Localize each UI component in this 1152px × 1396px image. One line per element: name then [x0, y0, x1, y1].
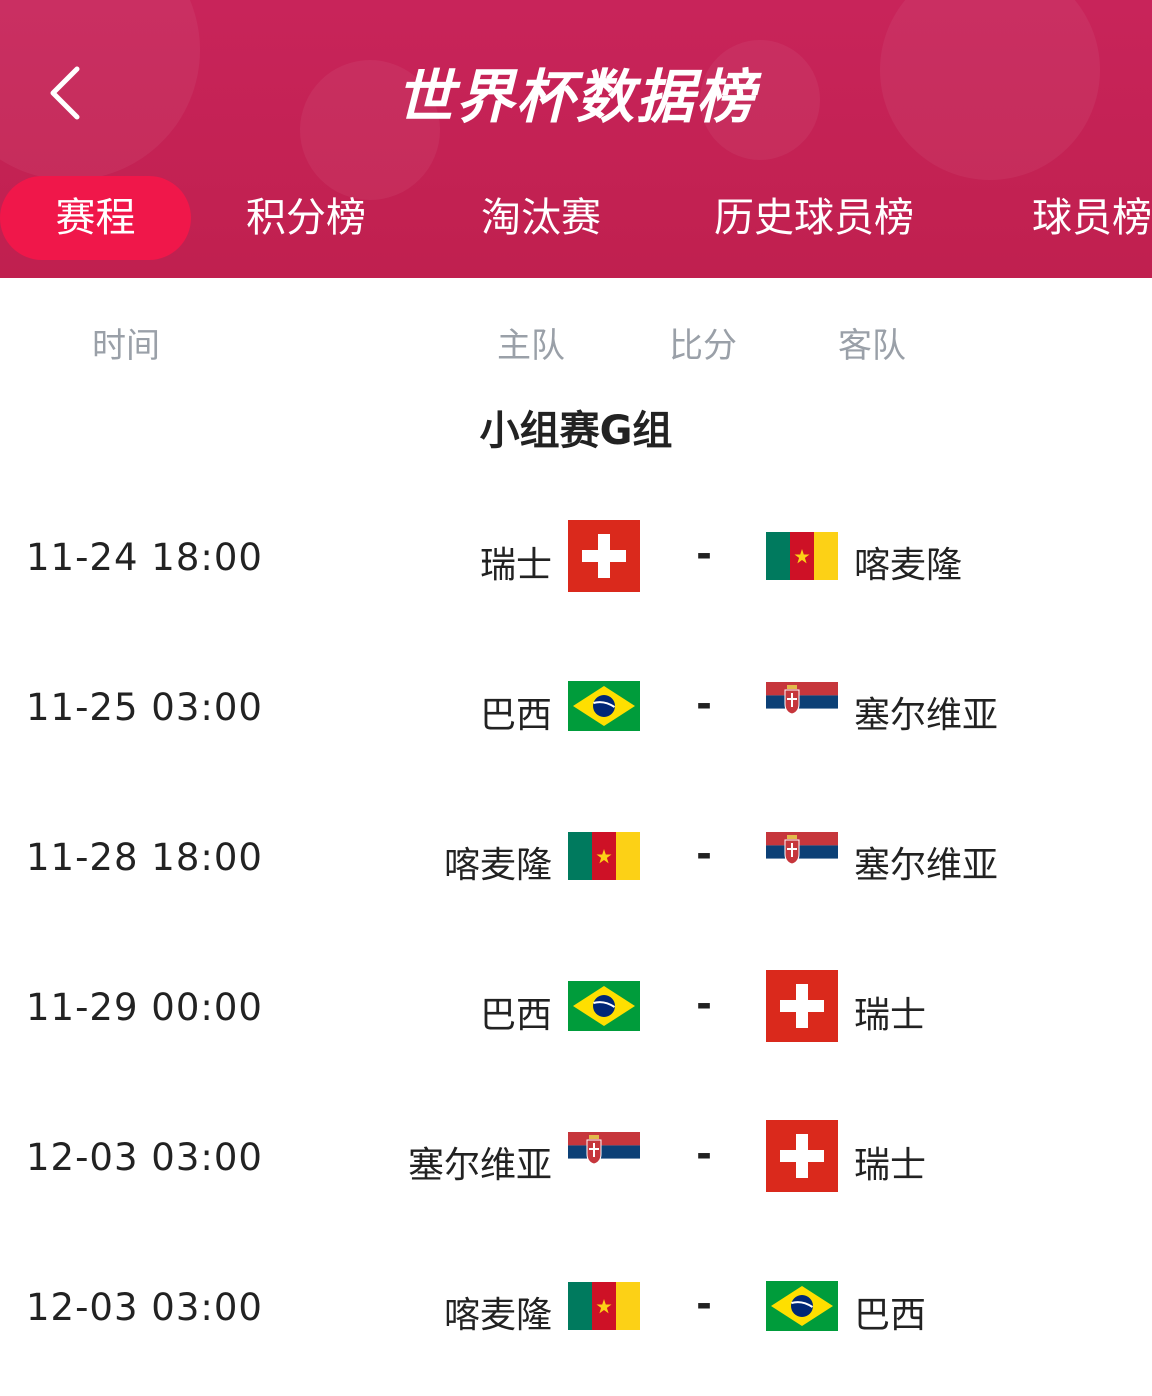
match-score: - [696, 682, 712, 726]
cameroon-flag-icon [568, 832, 640, 880]
tab-players[interactable]: 球员榜 [1032, 176, 1152, 260]
home-team-name: 喀麦隆 [443, 845, 552, 886]
away-team-name: 塞尔维亚 [854, 695, 999, 736]
home-team-name: 巴西 [479, 995, 552, 1036]
match-row[interactable]: 11-29 00:00 巴西 - 瑞士 [0, 970, 1152, 1050]
away-team-name: 巴西 [854, 1295, 927, 1336]
match-row[interactable]: 11-28 18:00 喀麦隆 - 塞尔维亚 [0, 820, 1152, 900]
match-row[interactable]: 12-03 03:00 喀麦隆 - 巴西 [0, 1270, 1152, 1350]
cameroon-flag-icon [568, 1282, 640, 1330]
tab-schedule[interactable]: 赛程 [0, 176, 191, 260]
switzerland-flag-icon [766, 1120, 838, 1192]
away-team-name: 瑞士 [854, 995, 927, 1036]
match-time: 11-25 03:00 [26, 686, 263, 729]
switzerland-flag-icon [568, 520, 640, 592]
serbia-flag-icon [766, 832, 838, 872]
brazil-flag-icon [568, 981, 640, 1031]
match-row[interactable]: 12-03 03:00 塞尔维亚 - 瑞士 [0, 1120, 1152, 1200]
match-score: - [696, 532, 712, 576]
match-score: - [696, 832, 712, 876]
match-score: - [696, 1132, 712, 1176]
header-bar: 世界杯数据榜 赛程 积分榜 淘汰赛 历史球员榜 球员榜 [0, 0, 1152, 278]
brazil-flag-icon [766, 1281, 838, 1331]
home-team-name: 塞尔维亚 [407, 1145, 552, 1186]
cameroon-flag-icon [766, 532, 838, 580]
away-team-name: 塞尔维亚 [854, 845, 999, 886]
tab-bar: 赛程 积分榜 淘汰赛 历史球员榜 球员榜 [0, 176, 1152, 260]
home-team-name: 喀麦隆 [443, 1295, 552, 1336]
match-time: 11-28 18:00 [26, 836, 263, 879]
tab-standings[interactable]: 积分榜 [246, 176, 366, 260]
match-row[interactable]: 11-25 03:00 巴西 - 塞尔维亚 [0, 670, 1152, 750]
tab-knockout[interactable]: 淘汰赛 [481, 176, 601, 260]
column-header-home: 主队 [497, 326, 565, 366]
match-row[interactable]: 11-24 18:00 瑞士 - 喀麦隆 [0, 520, 1152, 600]
away-team-name: 瑞士 [854, 1145, 927, 1186]
away-team-name: 喀麦隆 [854, 545, 963, 586]
match-time: 12-03 03:00 [26, 1136, 263, 1179]
match-time: 11-29 00:00 [26, 986, 263, 1029]
page-title: 世界杯数据榜 [395, 63, 756, 131]
column-header-score: 比分 [669, 326, 737, 366]
column-header-time: 时间 [92, 326, 160, 366]
match-time: 12-03 03:00 [26, 1286, 263, 1329]
serbia-flag-icon [766, 682, 838, 722]
brazil-flag-icon [568, 681, 640, 731]
column-header-away: 客队 [838, 326, 906, 366]
match-score: - [696, 982, 712, 1026]
serbia-flag-icon [568, 1132, 640, 1172]
switzerland-flag-icon [766, 970, 838, 1042]
home-team-name: 巴西 [479, 695, 552, 736]
group-title: 小组赛G组 [479, 408, 673, 454]
tab-history-players[interactable]: 历史球员榜 [714, 176, 914, 260]
home-team-name: 瑞士 [479, 545, 552, 586]
match-score: - [696, 1282, 712, 1326]
match-time: 11-24 18:00 [26, 536, 263, 579]
